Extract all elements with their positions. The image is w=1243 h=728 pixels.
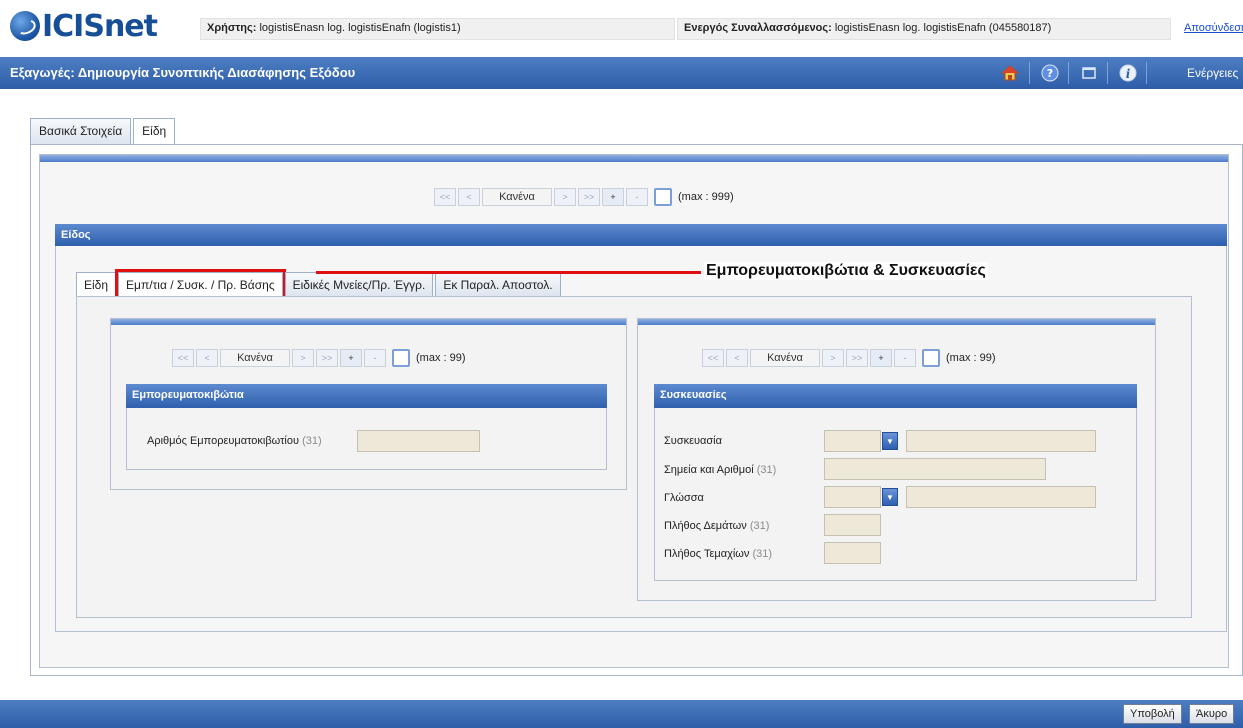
max-label: (max : 999) <box>678 191 734 203</box>
actions-menu[interactable]: Ενέργειες <box>1187 66 1238 80</box>
info-icon[interactable]: i <box>1118 63 1138 83</box>
main-tabs: Βασικά Στοιχεία Είδη <box>30 118 177 145</box>
item-tabs: Είδη Εμπ/τια / Συσκ. / Πρ. Βάσης Ειδικές… <box>76 269 563 299</box>
remove-button[interactable]: - <box>626 188 648 206</box>
toolbar-divider <box>1107 62 1108 84</box>
page-title: Εξαγωγές: Δημιουργία Συνοπτικής Διασάφησ… <box>10 65 356 80</box>
tab-special-mentions[interactable]: Ειδικές Μνείες/Πρ. Έγγρ. <box>284 272 434 296</box>
first-button[interactable]: << <box>172 349 194 367</box>
home-icon[interactable] <box>1000 63 1020 83</box>
containers-pager: << < Κανένα > >> + - (max : 99) <box>172 348 466 368</box>
prev-button[interactable]: < <box>458 188 480 206</box>
toolbar-divider <box>1029 62 1030 84</box>
record-indicator: Κανένα <box>482 188 552 206</box>
item-section-header: Είδος <box>55 224 1227 246</box>
record-count-box[interactable] <box>392 349 410 367</box>
prev-button[interactable]: < <box>196 349 218 367</box>
remove-button[interactable]: - <box>894 349 916 367</box>
toolbar-divider <box>1068 62 1069 84</box>
pieces-label: Πλήθος Τεμαχίων (31) <box>664 548 772 560</box>
last-button[interactable]: >> <box>846 349 868 367</box>
next-button[interactable]: > <box>554 188 576 206</box>
trader-label: Ενεργός Συναλλασσόμενος: <box>684 22 832 34</box>
last-button[interactable]: >> <box>578 188 600 206</box>
trader-value: logistisEnasn log. logistisEnafn (045580… <box>834 22 1052 34</box>
help-icon[interactable]: ? <box>1040 63 1060 83</box>
record-count-box[interactable] <box>922 349 940 367</box>
bales-hint: (31) <box>749 520 770 532</box>
icisnet-logo: ICISnet <box>10 8 158 44</box>
subpanel-stripe <box>638 319 1155 325</box>
callout-label: Εμπορευματοκιβώτια & Συσκευασίες <box>704 262 988 280</box>
items-pager: << < Κανένα > >> + - (max : 999) <box>434 187 734 207</box>
record-indicator: Κανένα <box>220 349 290 367</box>
user-label: Χρήστης: <box>207 22 257 34</box>
chevron-down-icon[interactable]: ▼ <box>882 432 898 450</box>
add-button[interactable]: + <box>870 349 892 367</box>
record-count-box[interactable] <box>654 188 672 206</box>
toolbar-divider <box>1146 62 1147 84</box>
package-label: Συσκευασία <box>664 435 722 447</box>
pieces-hint: (31) <box>752 548 772 560</box>
max-label: (max : 99) <box>946 352 996 364</box>
container-number-hint: (31) <box>302 435 322 447</box>
packages-header: Συσκευασίες <box>654 384 1137 408</box>
marks-label: Σημεία και Αριθμοί (31) <box>664 464 776 476</box>
package-description-field[interactable] <box>906 430 1096 452</box>
tab-basic-info[interactable]: Βασικά Στοιχεία <box>30 118 132 144</box>
prev-button[interactable]: < <box>726 349 748 367</box>
container-number-field[interactable] <box>357 430 480 452</box>
container-number-label: Αριθμός Εμπορευματοκιβωτίου (31) <box>147 435 322 447</box>
package-select[interactable]: ▼ <box>824 430 898 452</box>
marks-hint: (31) <box>756 464 777 476</box>
remove-button[interactable]: - <box>364 349 386 367</box>
record-indicator: Κανένα <box>750 349 820 367</box>
tab-items[interactable]: Είδη <box>133 118 176 145</box>
pieces-field[interactable] <box>824 542 881 564</box>
language-label: Γλώσσα <box>664 492 704 504</box>
cancel-button[interactable]: Άκυρο <box>1189 704 1235 724</box>
max-label: (max : 99) <box>416 352 466 364</box>
tab-consignment[interactable]: Εκ Παραλ. Αποστολ. <box>435 272 561 296</box>
bales-label: Πλήθος Δεμάτων (31) <box>664 520 769 532</box>
svg-text:i: i <box>1126 67 1131 81</box>
bales-label-text: Πλήθος Δεμάτων <box>664 520 747 532</box>
marks-field[interactable] <box>824 458 1046 480</box>
tab-item[interactable]: Είδη <box>76 272 117 296</box>
next-button[interactable]: > <box>292 349 314 367</box>
tab-containers-packages[interactable]: Εμπ/τια / Συσκ. / Πρ. Βάσης <box>115 269 286 299</box>
first-button[interactable]: << <box>702 349 724 367</box>
top-bar: ICISnet Χρήστης: logistisEnasn log. logi… <box>0 0 1243 55</box>
panel-header-stripe <box>40 155 1228 162</box>
trader-info: Ενεργός Συναλλασσόμενος: logistisEnasn l… <box>677 18 1171 40</box>
language-select[interactable]: ▼ <box>824 486 898 508</box>
next-button[interactable]: > <box>822 349 844 367</box>
svg-text:?: ? <box>1047 67 1053 80</box>
user-info: Χρήστης: logistisEnasn log. logistisEnaf… <box>200 18 675 40</box>
last-button[interactable]: >> <box>316 349 338 367</box>
containers-header: Εμπορευματοκιβώτια <box>126 384 607 408</box>
logout-link[interactable]: Αποσύνδεση <box>1184 22 1243 34</box>
add-button[interactable]: + <box>340 349 362 367</box>
packages-pager: << < Κανένα > >> + - (max : 99) <box>702 348 996 368</box>
chevron-down-icon[interactable]: ▼ <box>882 488 898 506</box>
bales-field[interactable] <box>824 514 881 536</box>
first-button[interactable]: << <box>434 188 456 206</box>
callout-line <box>316 271 701 274</box>
globe-icon <box>10 11 40 41</box>
user-value: logistisEnasn log. logistisEnafn (logist… <box>259 22 461 34</box>
marks-label-text: Σημεία και Αριθμοί <box>664 464 754 476</box>
language-description-field[interactable] <box>906 486 1096 508</box>
container-number-text: Αριθμός Εμπορευματοκιβωτίου <box>147 435 300 447</box>
footer-bar: Υποβολή Άκυρο <box>0 700 1243 728</box>
title-bar: Εξαγωγές: Δημιουργία Συνοπτικής Διασάφησ… <box>0 57 1243 89</box>
logo-text: ICISnet <box>42 8 158 44</box>
subpanel-stripe <box>111 319 626 325</box>
add-button[interactable]: + <box>602 188 624 206</box>
pieces-label-text: Πλήθος Τεμαχίων <box>664 548 750 560</box>
window-icon[interactable] <box>1079 63 1099 83</box>
submit-button[interactable]: Υποβολή <box>1123 704 1182 724</box>
